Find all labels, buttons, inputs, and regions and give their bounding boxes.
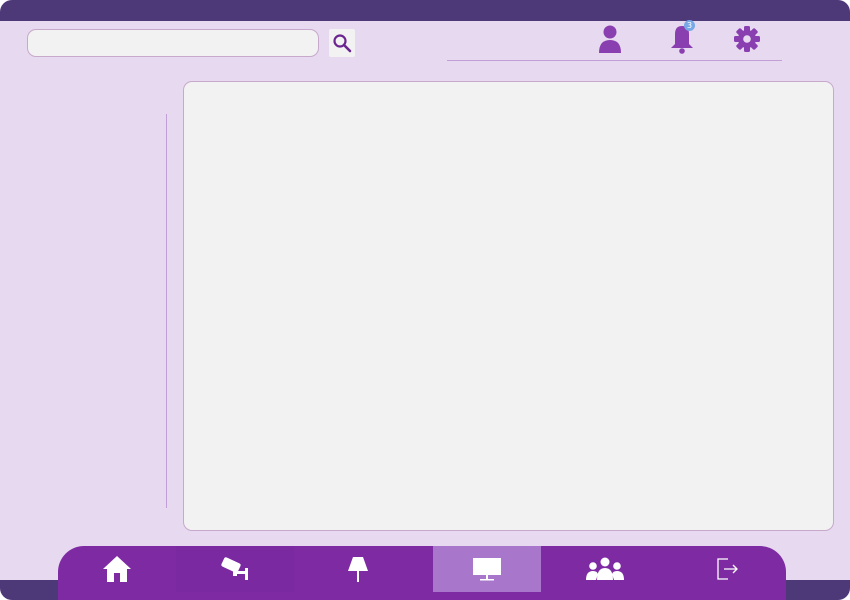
lamp-icon (348, 557, 368, 582)
nav-item-logout[interactable] (669, 546, 786, 592)
user-icon (599, 25, 621, 53)
search-input[interactable] (27, 29, 319, 57)
nav-item-monitor[interactable] (433, 546, 541, 592)
sidebar-divider (166, 114, 167, 508)
users-icon (586, 557, 624, 580)
header-divider (447, 60, 782, 61)
monitor-icon (473, 558, 501, 581)
top-bar (0, 0, 850, 21)
app-window: 3 (0, 0, 850, 600)
search-icon (333, 34, 352, 53)
notification-badge: 3 (684, 20, 695, 31)
nav-item-users[interactable] (541, 546, 669, 592)
user-profile-button[interactable] (593, 22, 627, 56)
settings-button[interactable] (730, 22, 764, 56)
nav-item-home[interactable] (58, 546, 176, 592)
logout-icon (716, 558, 738, 580)
nav-item-lamp[interactable] (294, 546, 422, 592)
nav-item-camera[interactable] (176, 546, 294, 592)
gear-icon (734, 26, 760, 52)
main-content-panel (183, 81, 834, 531)
search-button[interactable] (329, 29, 355, 57)
bottom-nav (58, 546, 786, 600)
home-icon (103, 556, 131, 582)
security-camera-icon (221, 557, 248, 580)
